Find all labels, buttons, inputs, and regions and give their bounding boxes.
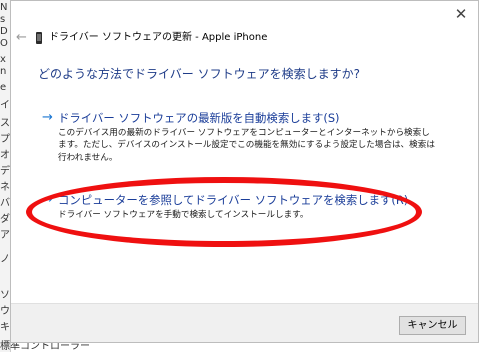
bg-fragment: バ xyxy=(0,198,10,209)
update-driver-dialog: ✕ ← ドライバー ソフトウェアの更新 - Apple iPhone どのような… xyxy=(10,0,479,343)
annotation-highlight-ring xyxy=(26,177,422,247)
cancel-button[interactable]: キャンセル xyxy=(399,316,466,335)
bg-fragment: プ xyxy=(0,134,10,145)
page-heading: どのような方法でドライバー ソフトウェアを検索しますか? xyxy=(38,67,360,81)
bg-fragment: e xyxy=(0,82,7,93)
back-arrow-icon[interactable]: ← xyxy=(16,31,32,45)
bg-fragment: デ xyxy=(0,166,10,177)
bg-fragment: ソ xyxy=(0,290,10,301)
option-auto-search[interactable]: → ドライバー ソフトウェアの最新版を自動検索します(S) このデバイス用の最新… xyxy=(38,105,458,165)
option-description: このデバイス用の最新のドライバー ソフトウェアをコンピューターとインターネットか… xyxy=(58,128,435,163)
bg-fragment: x xyxy=(0,54,6,65)
bg-fragment: ス xyxy=(0,118,10,129)
background-bottom-text: 標準コントローラー xyxy=(0,341,90,352)
bg-fragment: O xyxy=(0,38,8,49)
dialog-footer: キャンセル xyxy=(11,303,478,342)
bg-fragment: ア xyxy=(0,230,10,241)
close-icon[interactable]: ✕ xyxy=(452,5,470,23)
bg-fragment: s xyxy=(0,14,6,25)
bg-fragment: N xyxy=(0,2,8,13)
bg-fragment: オ xyxy=(0,150,10,161)
bg-fragment: キ xyxy=(0,322,10,333)
bg-fragment: D xyxy=(0,26,8,37)
bg-fragment: ノ xyxy=(0,254,10,265)
phone-device-icon xyxy=(36,32,42,44)
bg-fragment: イ xyxy=(0,100,10,111)
right-arrow-icon: → xyxy=(42,110,53,125)
bg-fragment: ネ xyxy=(0,182,10,193)
bg-fragment: ダ xyxy=(0,214,10,225)
bg-fragment: ウ xyxy=(0,306,10,317)
option-title[interactable]: ドライバー ソフトウェアの最新版を自動検索します(S) xyxy=(58,110,340,126)
dialog-title: ドライバー ソフトウェアの更新 - Apple iPhone xyxy=(49,32,268,43)
bg-fragment: n xyxy=(0,66,7,77)
